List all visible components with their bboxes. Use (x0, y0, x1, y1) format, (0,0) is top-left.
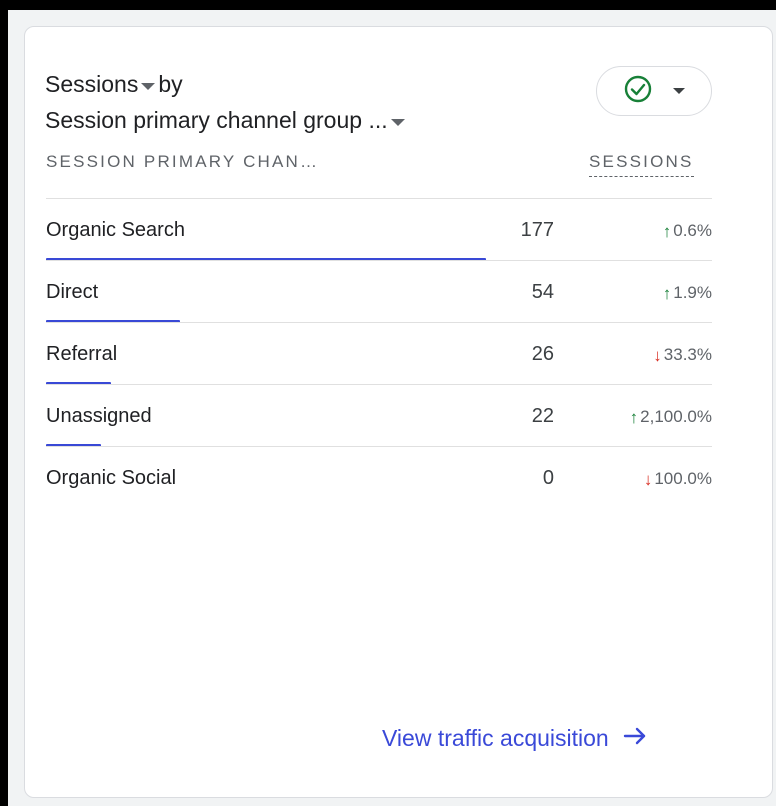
change-percent: 100.0% (654, 469, 712, 488)
change-percent: 33.3% (663, 345, 712, 364)
data-status-button[interactable] (596, 66, 712, 116)
channel-label: Organic Social (46, 467, 177, 489)
change-indicator: ↑ 0.6% (663, 221, 712, 241)
sessions-value: 0 (542, 467, 554, 489)
title-by-text: by (158, 71, 183, 97)
table-row[interactable]: Organic Search 177 ↑ 0.6% (46, 198, 712, 261)
view-traffic-acquisition-link[interactable]: View traffic acquisition (382, 725, 647, 752)
sessions-value: 26 (531, 343, 554, 365)
chevron-down-icon (673, 88, 685, 94)
sessions-value: 54 (531, 281, 554, 303)
sessions-value: 22 (531, 405, 554, 427)
channel-table: Organic Search 177 ↑ 0.6% Direct 54 ↑ 1.9% Refer… (46, 198, 712, 508)
check-circle-icon (623, 74, 653, 109)
change-indicator: ↑ 1.9% (663, 283, 712, 303)
arrow-right-icon (623, 725, 647, 752)
change-indicator: ↓ 33.3% (653, 345, 712, 365)
channel-label: Direct (46, 281, 99, 303)
arrow-down-icon: ↓ (643, 469, 653, 489)
table-row[interactable]: Organic Social 0 ↓ 100.0% (46, 446, 712, 508)
change-percent: 1.9% (673, 283, 712, 302)
change-indicator: ↓ 100.0% (644, 469, 712, 489)
arrow-up-icon: ↑ (662, 221, 672, 241)
table-row[interactable]: Direct 54 ↑ 1.9% (46, 260, 712, 323)
channel-label: Referral (46, 343, 118, 365)
channel-label: Organic Search (46, 219, 185, 241)
arrow-down-icon: ↓ (653, 345, 662, 365)
view-traffic-acquisition-label: View traffic acquisition (382, 725, 609, 751)
arrow-up-icon: ↑ (662, 283, 672, 303)
change-percent: 2,100.0% (640, 407, 712, 426)
metric-selector-label[interactable]: Sessions (45, 66, 138, 102)
table-row[interactable]: Referral 26 ↓ 33.3% (46, 322, 712, 385)
metric-dropdown-caret-icon[interactable] (141, 82, 156, 90)
dimension-column-header: SESSION PRIMARY CHAN… (46, 152, 320, 171)
sessions-value: 177 (520, 219, 554, 241)
card-title: Sessions by Session primary channel grou… (45, 66, 408, 138)
arrow-up-icon: ↑ (629, 407, 639, 427)
dimension-dropdown-caret-icon[interactable] (390, 118, 405, 126)
table-row[interactable]: Unassigned 22 ↑ 2,100.0% (46, 384, 712, 447)
change-indicator: ↑ 2,100.0% (630, 407, 712, 427)
change-percent: 0.6% (673, 221, 712, 240)
dimension-selector-label[interactable]: Session primary channel group ... (45, 102, 388, 138)
channel-label: Unassigned (46, 405, 152, 427)
sessions-column-header[interactable]: SESSIONS (589, 152, 694, 177)
